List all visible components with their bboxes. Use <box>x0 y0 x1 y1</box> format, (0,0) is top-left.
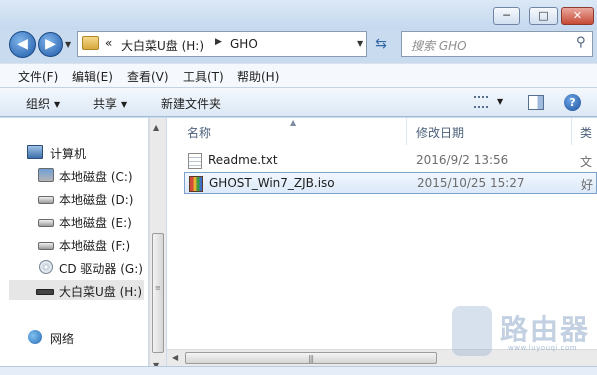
nav-item-drive-c[interactable]: 本地磁盘 (C:) <box>36 165 146 187</box>
search-icon[interactable]: ⚲ <box>576 35 586 50</box>
breadcrumb-separator-icon[interactable]: ▶ <box>215 37 222 47</box>
router-logo-icon <box>452 306 492 356</box>
file-type: 文 <box>580 155 593 169</box>
title-bar: ─ □ ✕ <box>0 0 597 30</box>
text-file-icon <box>188 153 202 169</box>
minimize-icon: ─ <box>503 9 510 22</box>
network-icon <box>28 330 42 344</box>
share-label: 共享 <box>93 97 118 111</box>
view-dropdown-icon[interactable]: ▼ <box>497 97 503 106</box>
watermark-logo: 路由器 www.luyouqi.com <box>448 306 597 361</box>
nav-item-label: 大白菜U盘 (H:) <box>59 285 143 299</box>
organize-button[interactable]: 组织 ▼ <box>26 95 60 112</box>
hard-drive-icon <box>38 196 54 204</box>
menu-tools[interactable]: 工具(T) <box>183 68 224 85</box>
cd-drive-icon <box>39 260 53 274</box>
menu-edit[interactable]: 编辑(E) <box>72 68 113 85</box>
column-header-name[interactable]: ▲ 名称 <box>167 118 405 145</box>
navigation-bar: ◀ ▶ ▼ « 大白菜U盘 (H:) ▶ GHO ▼ ⇆ 搜索 GHO ⚲ <box>0 28 597 62</box>
preview-pane-icon[interactable] <box>528 95 544 110</box>
status-bar <box>0 366 597 375</box>
nav-item-drive-g[interactable]: CD 驱动器 (G:) <box>36 257 146 279</box>
new-folder-button[interactable]: 新建文件夹 <box>161 95 221 112</box>
nav-pane-scrollbar[interactable]: ▲ ≡ ▼ <box>149 118 166 375</box>
menu-view[interactable]: 查看(V) <box>127 68 169 85</box>
iso-file-icon <box>189 176 203 192</box>
nav-item-drive-f[interactable]: 本地磁盘 (F:) <box>36 234 146 256</box>
usb-drive-icon <box>36 289 54 295</box>
maximize-icon: □ <box>538 9 549 22</box>
nav-item-label: 本地磁盘 (E:) <box>59 216 132 230</box>
nav-item-drive-h[interactable]: 大白菜U盘 (H:) <box>36 280 144 302</box>
recent-pages-dropdown-icon[interactable]: ▼ <box>65 40 71 49</box>
chevron-down-icon: ▼ <box>54 100 61 109</box>
address-dropdown-icon[interactable]: ▼ <box>357 39 363 48</box>
grip-icon: ||| <box>308 354 314 363</box>
scrollbar-thumb[interactable]: ≡ <box>152 233 164 353</box>
menu-bar: 文件(F) 编辑(E) 查看(V) 工具(T) 帮助(H) <box>0 63 597 87</box>
menu-help[interactable]: 帮助(H) <box>237 68 279 85</box>
nav-item-label: 计算机 <box>50 147 87 161</box>
nav-item-network[interactable]: 网络 <box>25 327 145 349</box>
address-overflow[interactable]: « <box>105 36 112 50</box>
folder-icon <box>82 36 99 50</box>
breadcrumb-segment-folder[interactable]: GHO <box>230 37 258 51</box>
nav-item-drive-d[interactable]: 本地磁盘 (D:) <box>36 188 146 210</box>
file-name: GHOST_Win7_ZJB.iso <box>209 176 335 190</box>
column-header-label: 类 <box>580 126 593 140</box>
search-input[interactable]: 搜索 GHO ⚲ <box>401 31 593 57</box>
command-bar: 组织 ▼ 共享 ▼ 新建文件夹 ▼ ? <box>0 87 597 117</box>
nav-item-label: 本地磁盘 (D:) <box>59 193 134 207</box>
nav-item-label: 本地磁盘 (C:) <box>59 170 133 184</box>
watermark-url: www.luyouqi.com <box>508 344 578 352</box>
maximize-button[interactable]: □ <box>529 7 558 25</box>
search-placeholder: 搜索 GHO <box>411 39 467 53</box>
menu-file[interactable]: 文件(F) <box>18 68 58 85</box>
chevron-down-icon: ▼ <box>121 100 128 109</box>
forward-button[interactable]: ▶ <box>38 32 63 57</box>
file-date: 2016/9/2 13:56 <box>416 153 509 167</box>
sort-ascending-icon: ▲ <box>290 118 297 127</box>
column-header-label: 名称 <box>187 126 212 140</box>
hard-drive-icon <box>38 219 54 227</box>
address-bar[interactable]: « 大白菜U盘 (H:) ▶ GHO ▼ <box>77 31 367 57</box>
close-icon: ✕ <box>572 9 583 22</box>
watermark-text: 路由器 <box>500 313 591 346</box>
close-button[interactable]: ✕ <box>561 7 594 25</box>
scroll-left-icon[interactable]: ◀ <box>172 353 178 362</box>
share-button[interactable]: 共享 ▼ <box>93 95 127 112</box>
scrollbar-thumb[interactable]: ||| <box>185 352 437 364</box>
file-type: 好 <box>581 178 594 192</box>
column-header-date[interactable]: 修改日期 <box>407 118 571 145</box>
organize-label: 组织 <box>26 97 51 111</box>
breadcrumb-segment-drive[interactable]: 大白菜U盘 (H:) <box>121 37 204 54</box>
file-row-readme[interactable]: Readme.txt 2016/9/2 13:56 文 <box>184 150 597 172</box>
computer-icon <box>27 145 43 159</box>
file-row-iso[interactable]: GHOST_Win7_ZJB.iso 2015/10/25 15:27 好 <box>184 172 597 194</box>
back-button[interactable]: ◀ <box>9 31 36 58</box>
nav-item-label: CD 驱动器 (G:) <box>59 262 143 276</box>
file-name: Readme.txt <box>208 153 278 167</box>
nav-item-label: 本地磁盘 (F:) <box>59 239 131 253</box>
nav-item-drive-e[interactable]: 本地磁盘 (E:) <box>36 211 146 233</box>
refresh-icon[interactable]: ⇆ <box>369 33 393 55</box>
help-icon[interactable]: ? <box>564 94 581 111</box>
scroll-up-icon[interactable]: ▲ <box>153 123 159 132</box>
grip-icon: ≡ <box>155 284 161 292</box>
nav-item-computer[interactable]: 计算机 <box>25 142 145 164</box>
view-options-icon[interactable] <box>474 96 488 108</box>
column-header-label: 修改日期 <box>416 126 465 140</box>
nav-item-label: 网络 <box>50 332 75 346</box>
hard-drive-icon <box>38 242 54 250</box>
system-drive-icon <box>38 168 54 182</box>
navigation-pane: 计算机 本地磁盘 (C:) 本地磁盘 (D:) 本地磁盘 (E:) 本地磁盘 (… <box>0 118 148 375</box>
minimize-button[interactable]: ─ <box>493 7 520 25</box>
file-date: 2015/10/25 15:27 <box>417 176 525 190</box>
column-header-type[interactable]: 类 <box>572 118 597 145</box>
